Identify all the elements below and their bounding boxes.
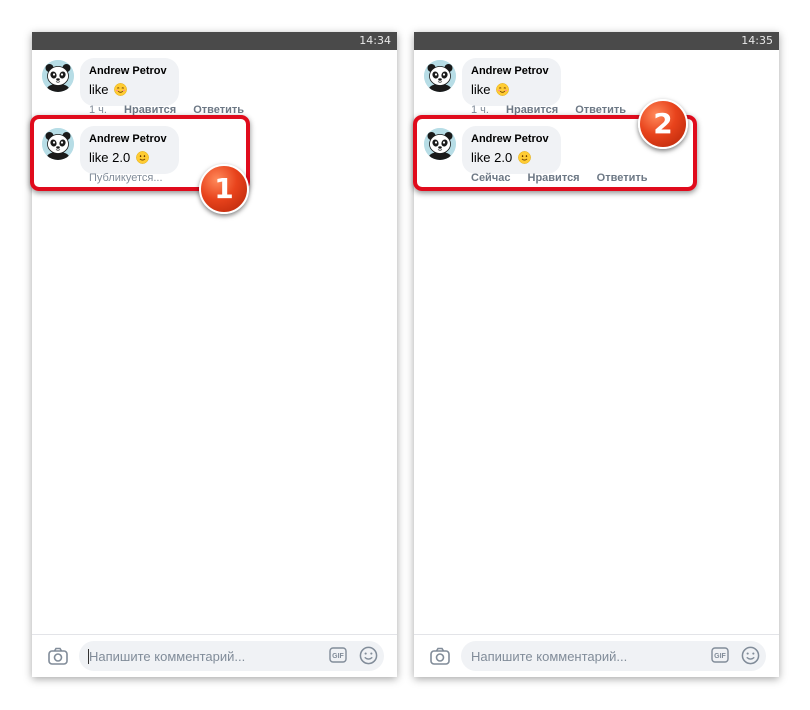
avatar[interactable] xyxy=(42,60,74,92)
panda-avatar-icon xyxy=(424,60,456,92)
comment-input-placeholder: Напишите комментарий... xyxy=(471,649,628,664)
camera-icon[interactable] xyxy=(430,647,450,665)
comment-input[interactable]: Напишите комментарий... xyxy=(79,641,384,671)
panda-avatar-icon xyxy=(42,60,74,92)
status-bar: 14:34 xyxy=(32,32,397,50)
gif-icon[interactable] xyxy=(711,647,729,663)
comment-input-bar: Напишите комментарий... xyxy=(414,634,779,677)
comment-text: like xyxy=(89,82,109,97)
comment-text: like xyxy=(471,82,491,97)
status-bar: 14:35 xyxy=(414,32,779,50)
comment-item: Andrew Petrov like 1 ч. Нравится Ответит… xyxy=(32,56,397,124)
avatar[interactable] xyxy=(424,60,456,92)
status-time: 14:34 xyxy=(359,34,391,47)
comment-bubble: Andrew Petrov like xyxy=(80,58,179,106)
comment-input-placeholder: Напишите комментарий... xyxy=(89,649,246,664)
step-badge-2: 2 xyxy=(638,99,688,149)
comment-input-bar: Напишите комментарий... xyxy=(32,634,397,677)
comment-author[interactable]: Andrew Petrov xyxy=(89,64,167,78)
emoji-picker-icon[interactable] xyxy=(359,646,378,665)
gif-icon[interactable] xyxy=(329,647,347,663)
comment-bubble: Andrew Petrov like xyxy=(462,58,561,106)
comment-item: Andrew Petrov like 1 ч. Нравится Ответит… xyxy=(414,56,779,124)
smiling-face-with-smiling-eyes-emoji-icon xyxy=(496,83,509,96)
step-badge-1: 1 xyxy=(199,164,249,214)
smiling-face-with-smiling-eyes-emoji-icon xyxy=(114,83,127,96)
emoji-picker-icon[interactable] xyxy=(741,646,760,665)
comment-author[interactable]: Andrew Petrov xyxy=(471,64,549,78)
status-time: 14:35 xyxy=(741,34,773,47)
camera-icon[interactable] xyxy=(48,647,68,665)
comment-input[interactable]: Напишите комментарий... xyxy=(461,641,766,671)
